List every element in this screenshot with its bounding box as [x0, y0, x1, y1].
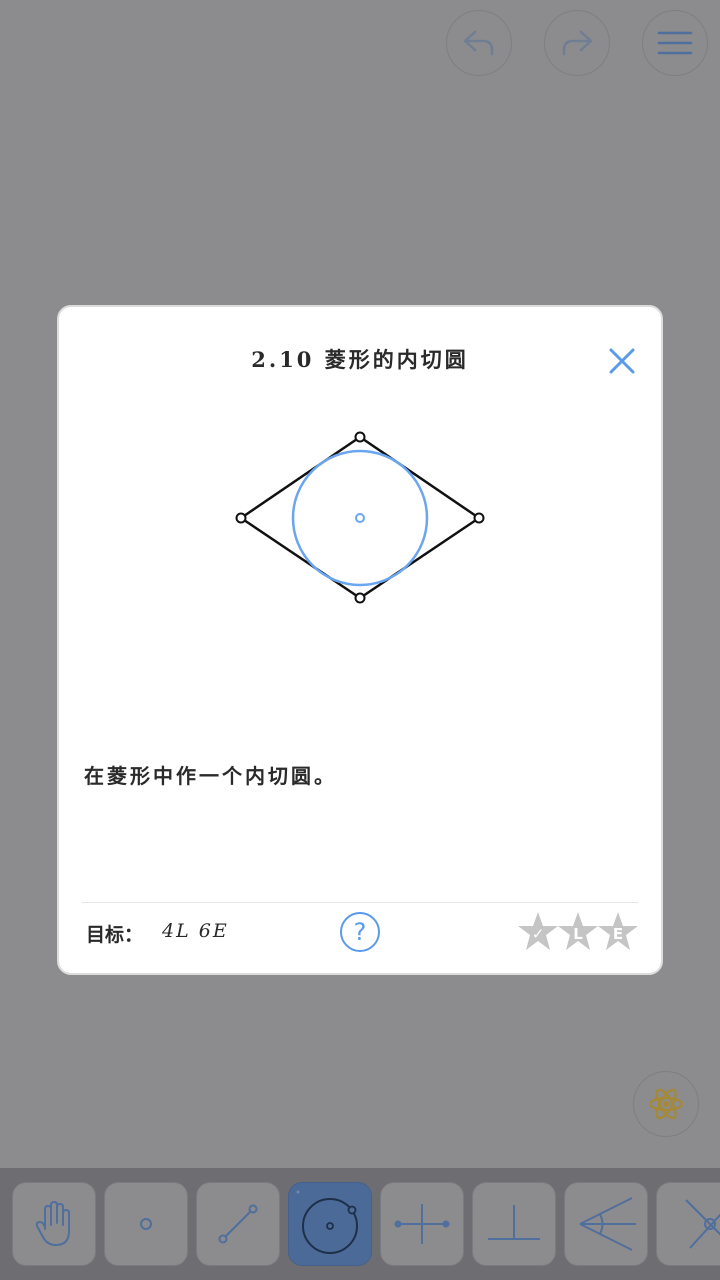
redo-icon: [562, 30, 593, 56]
redo-button[interactable]: [544, 10, 610, 76]
circle-icon: [296, 1190, 358, 1254]
menu-button[interactable]: [642, 10, 708, 76]
star-mark-check: ✓: [532, 925, 545, 943]
star-rating: ✓ L E: [518, 912, 638, 950]
menu-icon: [657, 31, 693, 55]
help-label: ?: [353, 918, 367, 946]
tool-circle[interactable]: [288, 1182, 372, 1266]
goal-label: 目标：: [86, 924, 144, 946]
level-dialog: [57, 305, 663, 975]
rhombus-figure: [235, 431, 485, 604]
star-mark-l: L: [573, 925, 583, 943]
tool-angle-bisector[interactable]: [564, 1182, 648, 1266]
atom-icon: [649, 1088, 683, 1120]
intersect-icon: [685, 1199, 720, 1249]
undo-icon: [463, 30, 494, 56]
perpendicular-bisector-icon: [394, 1204, 450, 1244]
tool-point[interactable]: [104, 1182, 188, 1266]
hand-icon: [35, 1201, 70, 1246]
task-description: 在菱形中作一个内切圆。: [84, 764, 337, 788]
hint-button[interactable]: [633, 1071, 699, 1137]
vertex-bottom: [354, 592, 366, 604]
vertex-left: [235, 512, 247, 524]
tool-intersect[interactable]: [656, 1182, 720, 1266]
close-button[interactable]: [606, 346, 638, 376]
perpendicular-icon: [488, 1205, 540, 1240]
goal-value: 4L 6E: [162, 920, 229, 942]
tool-hand[interactable]: [12, 1182, 96, 1266]
divider: [82, 902, 638, 903]
close-icon: [609, 348, 635, 374]
tool-line[interactable]: [196, 1182, 280, 1266]
vertex-right: [473, 512, 485, 524]
tool-perpendicular-bisector[interactable]: [380, 1182, 464, 1266]
center-point: [355, 513, 365, 523]
vertex-top: [354, 431, 366, 443]
point-icon: [140, 1218, 152, 1230]
tool-perpendicular[interactable]: [472, 1182, 556, 1266]
star-mark-e: E: [613, 925, 623, 943]
line-icon: [218, 1204, 258, 1244]
star-l-icon: L: [558, 912, 598, 950]
star-e-icon: E: [598, 912, 638, 950]
angle-bisector-icon: [579, 1197, 636, 1251]
star-check-icon: ✓: [518, 912, 558, 950]
help-button[interactable]: ?: [340, 912, 380, 952]
undo-button[interactable]: [446, 10, 512, 76]
